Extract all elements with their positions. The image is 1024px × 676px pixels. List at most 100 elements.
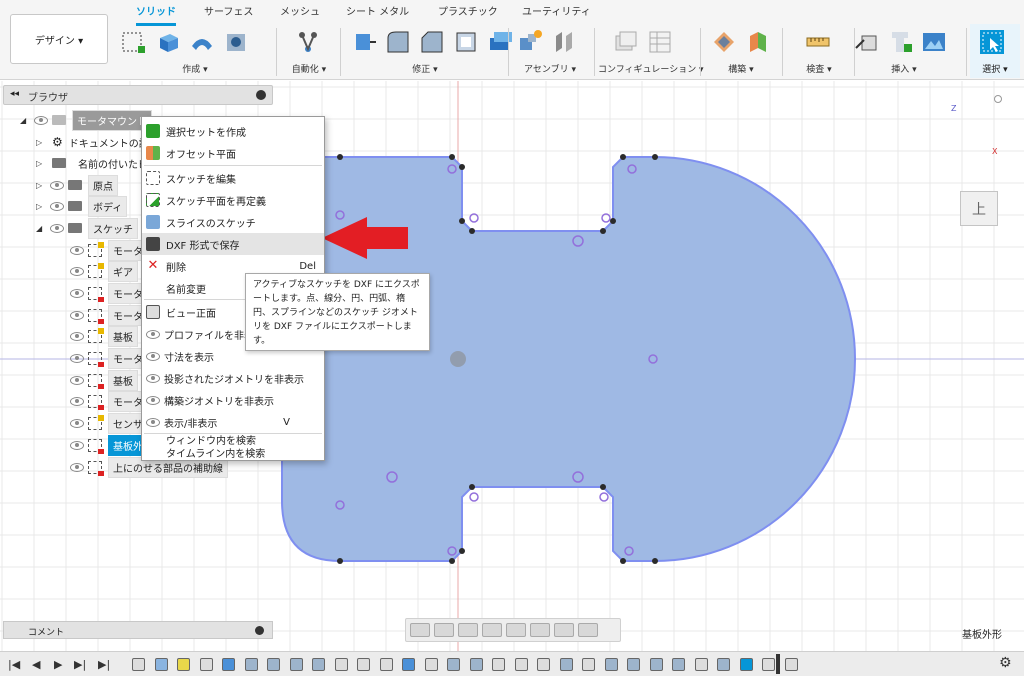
timeline-last-icon[interactable]: ▶| xyxy=(98,658,110,671)
insert-mesh-icon[interactable] xyxy=(886,28,914,56)
configure-icon[interactable] xyxy=(612,28,640,56)
menu-create-selection-set[interactable]: 選択セットを作成 xyxy=(142,120,324,142)
zoom-icon[interactable] xyxy=(482,623,502,637)
timeline-next-icon[interactable]: ▶| xyxy=(74,658,86,671)
pan-hand-icon[interactable] xyxy=(458,623,478,637)
timeline-feature-icon[interactable] xyxy=(717,658,730,671)
timeline-feature-icon[interactable] xyxy=(784,658,798,671)
press-pull-icon[interactable] xyxy=(350,28,378,56)
visibility-eye-icon[interactable] xyxy=(50,223,64,233)
timeline-feature-icon[interactable] xyxy=(469,658,483,671)
timeline-feature-icon[interactable] xyxy=(334,658,348,671)
tab-solid[interactable]: ソリッド xyxy=(136,4,176,26)
timeline-feature-icon[interactable] xyxy=(402,658,415,671)
timeline-feature-icon[interactable] xyxy=(649,658,663,671)
timeline-feature-icon[interactable] xyxy=(672,658,685,671)
combine-icon[interactable] xyxy=(486,28,514,56)
browser-options-icon[interactable] xyxy=(256,90,266,100)
timeline-feature-icon[interactable] xyxy=(357,658,370,671)
menu-offset-plane[interactable]: オフセット平面 xyxy=(142,142,324,164)
timeline-first-icon[interactable]: |◀ xyxy=(8,658,20,671)
expand-root-icon[interactable]: ◢ xyxy=(20,116,30,125)
timeline-feature-icon[interactable] xyxy=(154,658,168,671)
expand-icon[interactable]: ▷ xyxy=(36,202,46,211)
configure-group-label[interactable]: コンフィギュレーション ▾ xyxy=(598,62,704,75)
display-settings-icon[interactable] xyxy=(530,623,550,637)
visibility-eye-icon[interactable] xyxy=(70,310,84,320)
browser-panel-header[interactable]: ◂◂ ブラウザ xyxy=(3,85,273,105)
measure-icon[interactable] xyxy=(804,28,832,56)
timeline-feature-icon[interactable] xyxy=(492,658,505,671)
menu-hide-projected-geometry[interactable]: 投影されたジオメトリを非表示 xyxy=(142,367,324,389)
tree-item-origin[interactable]: ▷ 原点 xyxy=(36,174,118,196)
menu-edit-sketch[interactable]: スケッチを編集 xyxy=(142,167,324,189)
viewports-icon[interactable] xyxy=(578,623,598,637)
visibility-eye-icon[interactable] xyxy=(70,462,84,472)
hole-icon[interactable] xyxy=(222,28,250,56)
expand-icon[interactable]: ▷ xyxy=(36,181,46,190)
expand-icon[interactable]: ◢ xyxy=(36,224,46,233)
tab-mesh[interactable]: メッシュ xyxy=(280,4,320,26)
tree-item-named-views[interactable]: ▷ 名前の付いたビ xyxy=(36,153,148,173)
timeline-feature-icon[interactable] xyxy=(559,658,573,671)
tab-sheet-metal[interactable]: シート メタル xyxy=(346,4,409,26)
new-component-icon[interactable] xyxy=(516,28,544,56)
timeline-feature-icon[interactable] xyxy=(447,658,460,671)
timeline-marker[interactable] xyxy=(776,654,780,674)
visibility-eye-icon[interactable] xyxy=(70,397,84,407)
tree-item-sketches[interactable]: ◢ スケッチ xyxy=(36,217,138,239)
collapse-browser-icon[interactable]: ◂◂ xyxy=(10,89,19,99)
insert-group-label[interactable]: 挿入 ▾ xyxy=(848,62,960,75)
timeline-feature-icon[interactable] xyxy=(244,658,258,671)
tree-sketch-row[interactable]: モータ xyxy=(66,239,148,261)
timeline-feature-icon[interactable] xyxy=(199,658,213,671)
visibility-eye-icon[interactable] xyxy=(34,115,48,125)
visibility-eye-icon[interactable] xyxy=(70,354,84,363)
comment-panel[interactable]: コメント xyxy=(3,621,273,639)
viewcube[interactable]: 上 xyxy=(960,191,998,226)
tree-sketch-row[interactable]: 基板 xyxy=(66,326,138,348)
timeline-feature-icon[interactable] xyxy=(627,658,640,671)
home-view-icon[interactable] xyxy=(994,95,1002,103)
timeline-feature-icon[interactable] xyxy=(582,658,595,671)
timeline-feature-icon[interactable] xyxy=(289,658,303,671)
expand-icon[interactable]: ▷ xyxy=(36,138,46,147)
tab-utility[interactable]: ユーティリティ xyxy=(522,4,591,26)
menu-save-as-dxf[interactable]: DXF 形式で保存 xyxy=(142,233,324,255)
timeline-feature-icon[interactable] xyxy=(222,658,235,671)
tree-sketch-row[interactable]: ギア xyxy=(66,261,138,283)
modify-group-label[interactable]: 修正 ▾ xyxy=(346,62,504,75)
revolve-icon[interactable] xyxy=(188,28,216,56)
timeline-feature-icon[interactable] xyxy=(267,658,280,671)
timeline-feature-icon[interactable] xyxy=(514,658,528,671)
tree-sketch-row[interactable]: モータ xyxy=(66,304,148,326)
sketch-profile-base-outline[interactable] xyxy=(281,156,856,562)
workspace-design-button[interactable]: デザイン ▾ xyxy=(10,14,108,64)
timeline-feature-icon[interactable] xyxy=(762,658,775,671)
select-icon[interactable] xyxy=(978,28,1006,56)
assemble-group-label[interactable]: アセンブリ ▾ xyxy=(512,62,588,75)
timeline-feature-icon[interactable] xyxy=(177,658,190,671)
timeline-feature-icon[interactable] xyxy=(739,658,753,671)
visibility-eye-icon[interactable] xyxy=(70,440,84,450)
tree-sketch-row[interactable]: 基板 xyxy=(66,369,138,391)
tab-surface[interactable]: サーフェス xyxy=(204,4,253,26)
timeline-feature-icon[interactable] xyxy=(537,658,550,671)
shell-icon[interactable] xyxy=(452,28,480,56)
create-sketch-icon[interactable] xyxy=(120,28,148,56)
visibility-eye-icon[interactable] xyxy=(70,245,84,255)
visibility-eye-icon[interactable] xyxy=(50,201,64,211)
timeline-prev-icon[interactable]: ◀ xyxy=(32,658,40,671)
visibility-eye-icon[interactable] xyxy=(70,332,84,342)
insert-canvas-icon[interactable] xyxy=(920,28,948,56)
tree-item-document-settings[interactable]: ▷ ⚙ ドキュメントの設 xyxy=(36,132,149,152)
orbit-icon[interactable] xyxy=(410,623,430,637)
inspect-group-label[interactable]: 検査 ▾ xyxy=(788,62,850,75)
menu-redefine-sketch-plane[interactable]: スケッチ平面を再定義 xyxy=(142,189,324,211)
config-table-icon[interactable] xyxy=(646,28,674,56)
timeline-feature-icon[interactable] xyxy=(379,658,393,671)
plane-at-angle-icon[interactable] xyxy=(744,28,772,56)
viewcube-face[interactable]: 上 xyxy=(972,199,986,219)
visibility-eye-icon[interactable] xyxy=(50,180,64,190)
timeline-settings-gear-icon[interactable]: ⚙ xyxy=(999,655,1012,671)
